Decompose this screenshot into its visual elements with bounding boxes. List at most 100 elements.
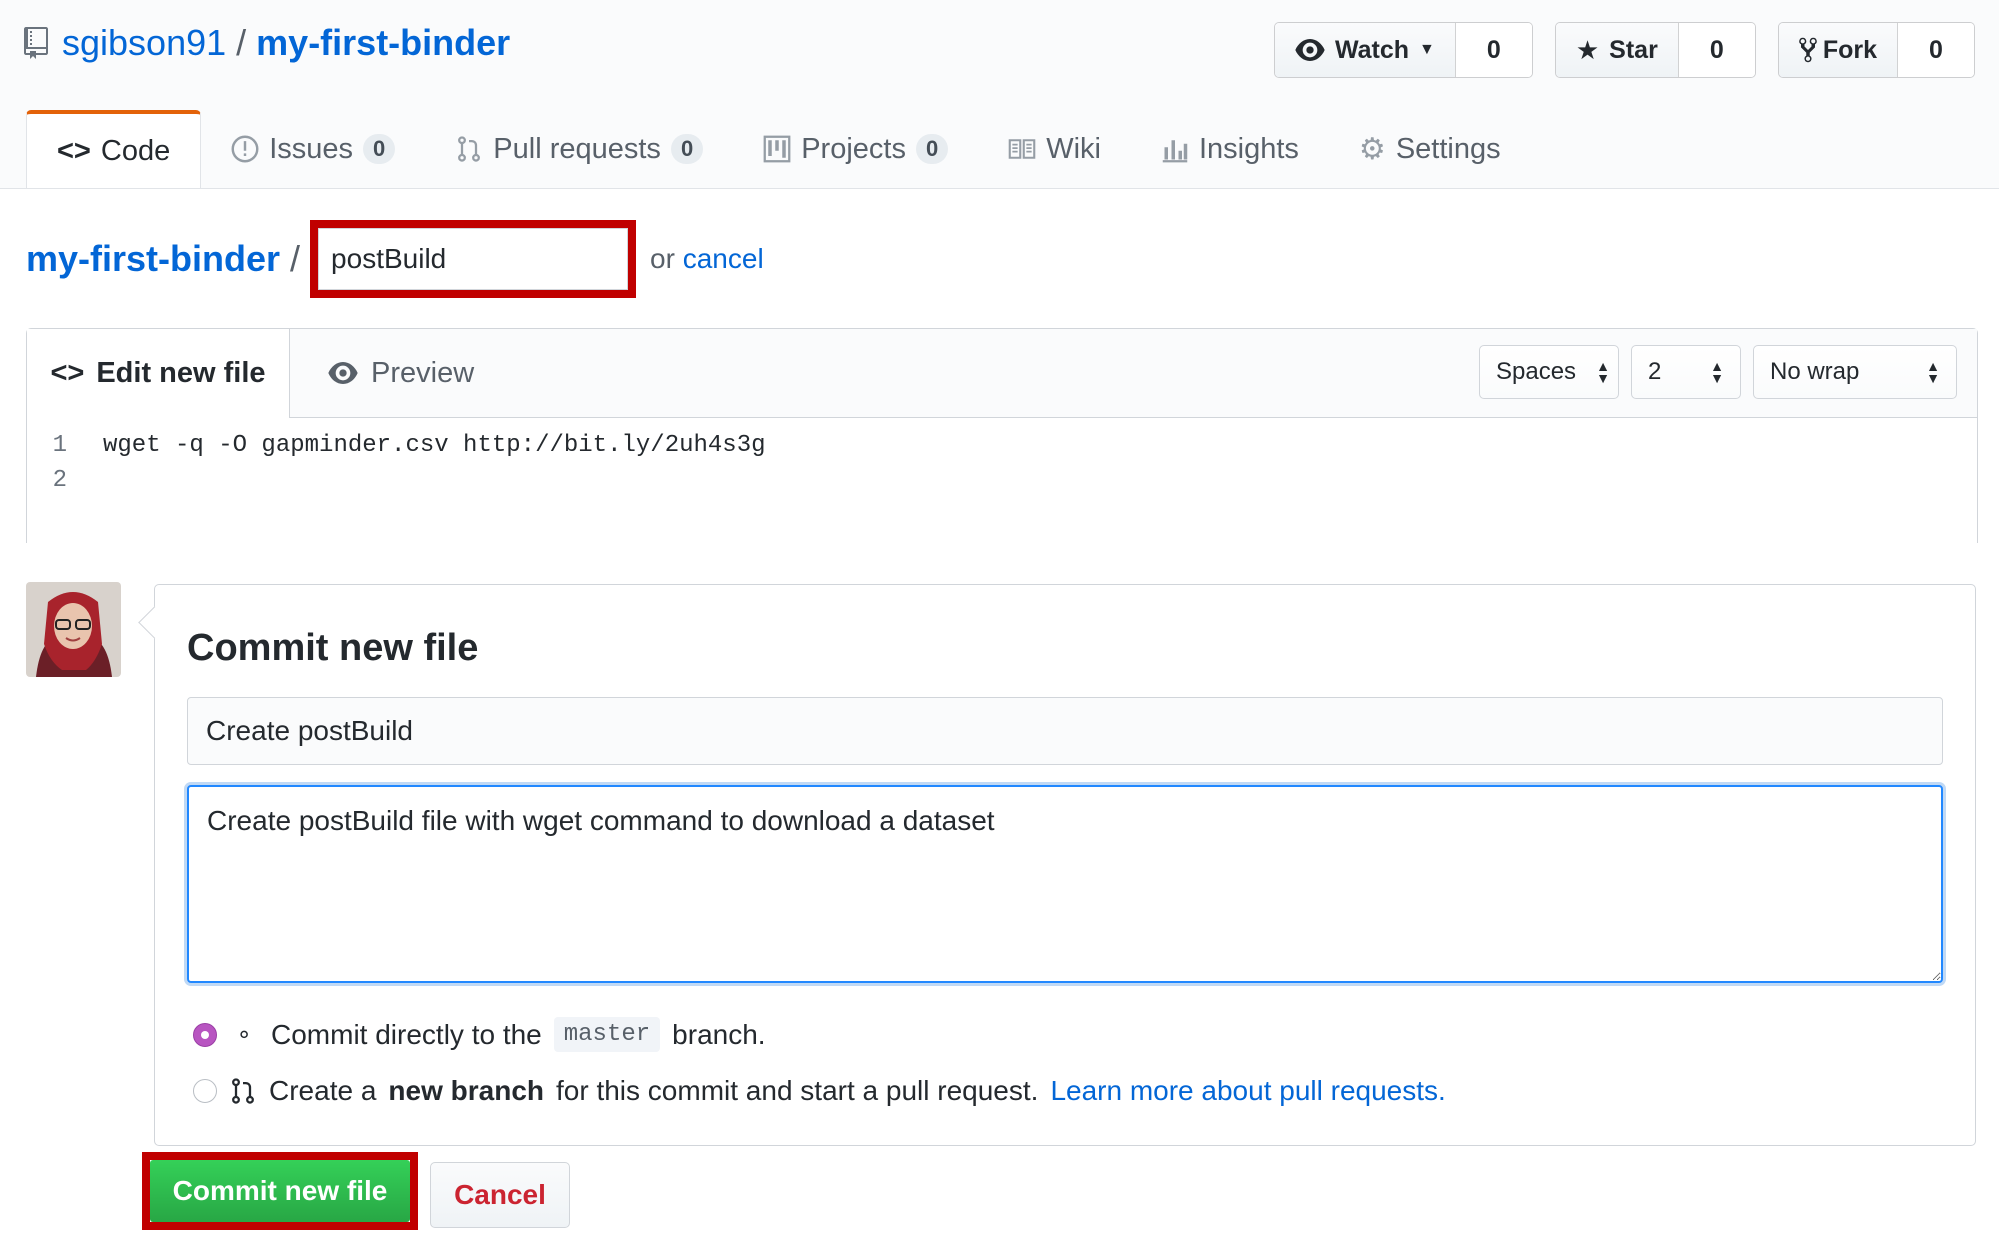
new-branch-prefix: Create a [269, 1075, 377, 1106]
new-branch-radio[interactable] [193, 1079, 217, 1103]
star-count[interactable]: 0 [1677, 23, 1755, 77]
tab-pull-requests[interactable]: Pull requests 0 [425, 110, 733, 188]
filename-input[interactable] [318, 228, 629, 290]
commit-direct-option[interactable]: ∘ Commit directly to the master branch. [193, 1017, 766, 1052]
indent-size-value: 2 [1648, 358, 1662, 385]
cancel-button[interactable]: Cancel [430, 1162, 570, 1228]
commit-direct-radio[interactable] [193, 1022, 217, 1047]
fork-group: Fork 0 [1777, 22, 1975, 78]
tab-pull-requests-label: Pull requests [493, 132, 661, 165]
indent-mode-select[interactable]: Spaces ▲ ▼ [1479, 345, 1619, 399]
code-line: 2 [27, 463, 1977, 498]
fork-button[interactable]: Fork [1778, 23, 1897, 77]
preview-tab-label: Preview [371, 356, 475, 389]
eye-icon [328, 362, 358, 384]
tab-insights[interactable]: Insights [1131, 110, 1329, 188]
repo-title: sgibson91 / my-first-binder [24, 22, 510, 64]
new-branch-suffix: for this commit and start a pull request… [556, 1075, 1039, 1106]
tab-insights-label: Insights [1198, 132, 1299, 165]
tab-edit-new-file[interactable]: <> Edit new file [27, 329, 290, 418]
fork-label: Fork [1822, 35, 1877, 64]
code-area[interactable]: 1 wget -q -O gapminder.csv http://bit.ly… [27, 418, 1977, 498]
watch-button[interactable]: Watch ▼ [1274, 23, 1455, 77]
pull-requests-counter: 0 [670, 134, 704, 164]
line-number: 2 [52, 467, 67, 494]
code-icon: <> [57, 134, 91, 167]
issue-icon [231, 135, 259, 163]
new-branch-option[interactable]: Create a new branch for this commit and … [193, 1075, 1446, 1107]
watch-count[interactable]: 0 [1454, 23, 1532, 77]
tab-preview[interactable]: Preview [327, 329, 474, 417]
edit-tab-label: Edit new file [96, 357, 266, 389]
git-commit-icon: ∘ [236, 1021, 252, 1048]
watch-label: Watch [1334, 35, 1410, 64]
star-group: ★ Star 0 [1554, 22, 1756, 78]
avatar-image [26, 582, 121, 677]
or-text: or [650, 243, 675, 274]
line-number: 1 [52, 432, 67, 459]
commit-new-file-button[interactable]: Commit new file [150, 1160, 410, 1222]
tab-code-label: Code [100, 134, 171, 167]
file-path-row: my-first-binder / or cancel [26, 220, 764, 298]
learn-more-link[interactable]: Learn more about pull requests. [1050, 1075, 1445, 1107]
tab-issues[interactable]: Issues 0 [201, 110, 425, 188]
tab-code[interactable]: <> Code [26, 110, 202, 188]
star-icon: ★ [1575, 34, 1600, 65]
or-cancel: or cancel [650, 243, 764, 275]
line-text: wget -q -O gapminder.csv http://bit.ly/2… [103, 432, 766, 459]
book-icon [1008, 139, 1036, 159]
tab-projects-label: Projects [801, 132, 906, 165]
tab-settings[interactable]: ⚙ Settings [1329, 110, 1531, 188]
tab-wiki[interactable]: Wiki [978, 110, 1131, 188]
repo-name-link[interactable]: my-first-binder [256, 22, 510, 64]
select-arrows-icon: ▲ ▼ [1710, 358, 1724, 386]
fork-icon [1799, 37, 1817, 63]
avatar [26, 582, 121, 677]
repo-actions: Watch ▼ 0 ★ Star 0 Fork 0 [1273, 22, 1975, 78]
cancel-link[interactable]: cancel [683, 243, 764, 274]
tab-projects[interactable]: Projects 0 [733, 110, 978, 188]
star-label: Star [1609, 35, 1658, 64]
wrap-mode-select[interactable]: No wrap ▲ ▼ [1753, 345, 1957, 399]
eye-icon [1295, 39, 1325, 61]
graph-icon [1162, 140, 1188, 163]
repo-owner-link[interactable]: sgibson91 [62, 22, 226, 64]
repo-nav: <> Code Issues 0 Pull requests 0 Project… [26, 110, 1531, 188]
filename-highlight [310, 220, 637, 298]
repo-separator: / [236, 22, 247, 63]
select-arrows-icon: ▲ ▼ [1596, 358, 1610, 386]
watch-group: Watch ▼ 0 [1273, 22, 1533, 78]
repo-icon [24, 27, 48, 59]
pull-request-icon [458, 136, 481, 162]
pull-request-icon [232, 1078, 254, 1104]
issues-counter: 0 [363, 134, 396, 164]
commit-form: Commit new file Create postBuild file wi… [138, 584, 1976, 1146]
select-arrows-icon: ▲ ▼ [1926, 358, 1940, 386]
wrap-mode-value: No wrap [1770, 358, 1860, 385]
star-button[interactable]: ★ Star [1555, 23, 1678, 77]
project-icon [763, 135, 791, 163]
indent-size-select[interactable]: 2 ▲ ▼ [1631, 345, 1741, 399]
commit-direct-prefix: Commit directly to the [271, 1018, 542, 1050]
speech-notch [138, 606, 171, 639]
tab-issues-label: Issues [269, 132, 354, 165]
fork-count[interactable]: 0 [1897, 23, 1974, 77]
gear-icon: ⚙ [1358, 132, 1386, 166]
commit-summary-input[interactable] [187, 697, 1943, 765]
tab-settings-label: Settings [1395, 132, 1501, 165]
file-editor: <> Edit new file Preview Spaces ▲ ▼ 2 ▲ ▼ … [26, 328, 1978, 543]
caret-down-icon: ▼ [1419, 41, 1435, 58]
commit-description-input[interactable]: Create postBuild file with wget command … [187, 785, 1943, 983]
editor-header: <> Edit new file Preview Spaces ▲ ▼ 2 ▲ ▼ … [27, 329, 1977, 418]
tab-wiki-label: Wiki [1046, 132, 1101, 165]
breadcrumb-repo-link[interactable]: my-first-binder [26, 238, 280, 280]
code-line: 1 wget -q -O gapminder.csv http://bit.ly… [27, 428, 1977, 463]
new-branch-bold: new branch [388, 1075, 544, 1106]
editor-options: Spaces ▲ ▼ 2 ▲ ▼ No wrap ▲ ▼ [1479, 345, 1957, 399]
page: sgibson91 / my-first-binder Watch ▼ 0 ★ … [0, 0, 1999, 1252]
breadcrumb-separator: / [290, 238, 301, 279]
repo-header: sgibson91 / my-first-binder Watch ▼ 0 ★ … [0, 0, 1999, 189]
commit-heading: Commit new file [187, 627, 479, 669]
projects-counter: 0 [915, 134, 949, 164]
commit-button-highlight: Commit new file [142, 1152, 418, 1230]
